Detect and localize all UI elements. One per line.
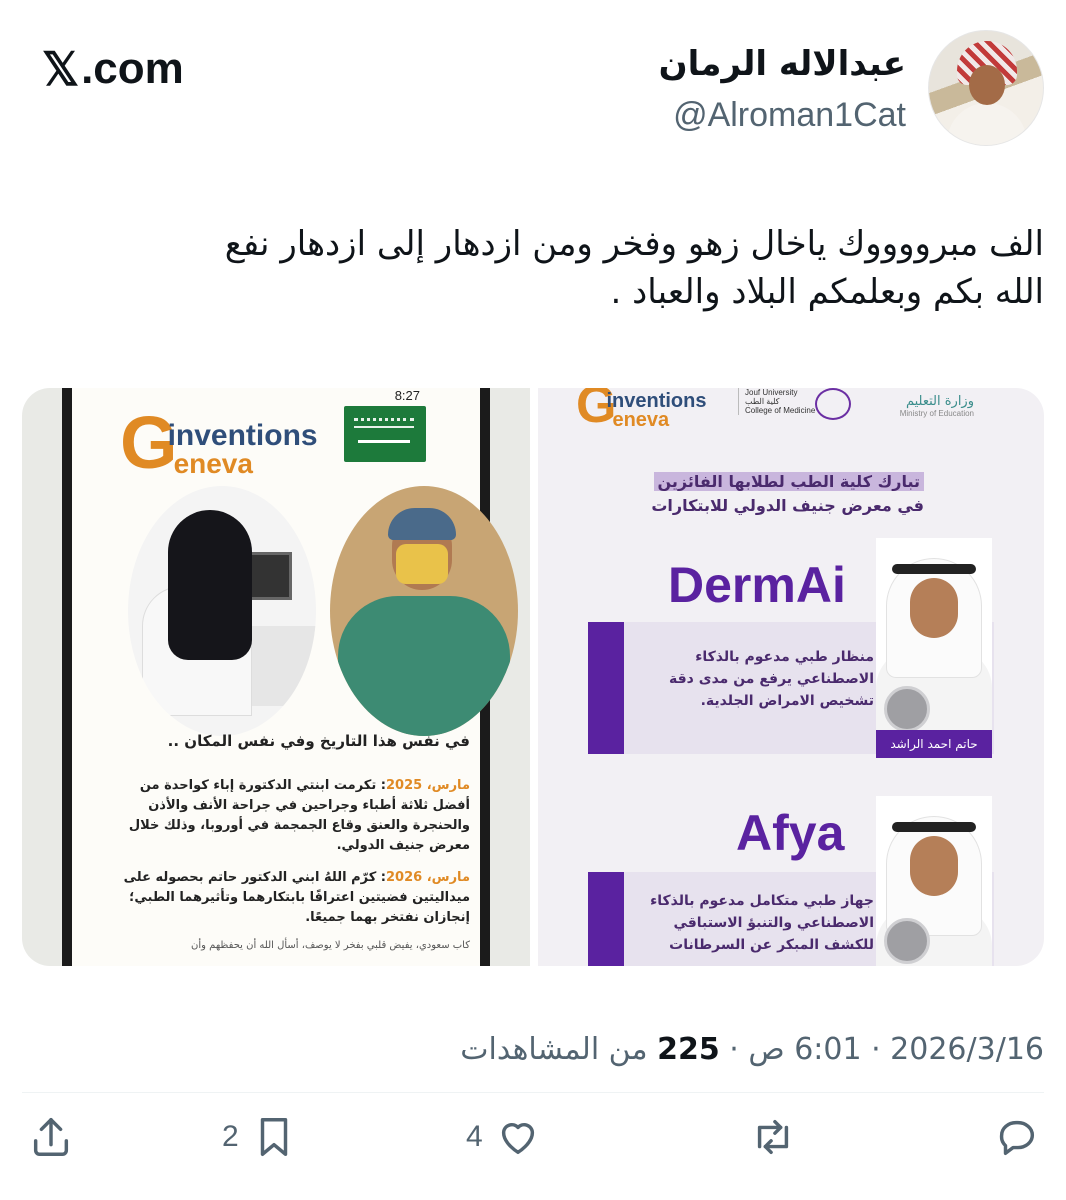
- media-image-left[interactable]: G inventions eneva 8:27 في نفس هذا التار…: [22, 388, 530, 966]
- reply-icon: [999, 1120, 1035, 1156]
- tweet-date[interactable]: 2026/3/16: [890, 1032, 1044, 1067]
- photo-son-surgeon: [330, 486, 518, 736]
- bookmark-icon: [260, 1118, 287, 1156]
- project-name-afya: Afya: [736, 805, 845, 861]
- project-description: منظار طبي مدعوم بالذكاء الاصطناعي يرفع م…: [669, 649, 874, 709]
- x-logo-icon: 𝕏: [42, 43, 80, 95]
- inventions-geneva-logo: G inventions eneva: [120, 401, 318, 484]
- person-name: حاتم احمد الراشد: [876, 730, 992, 758]
- bookmark-button[interactable]: 2: [222, 1114, 297, 1160]
- tweet-meta: 2026/3/16 · 6:01 ص · 225 من المشاهدات: [460, 1032, 1044, 1067]
- display-name[interactable]: عبدالاله الرمان: [659, 44, 906, 84]
- reply-button[interactable]: [994, 1114, 1040, 1160]
- medal-icon: [884, 918, 930, 964]
- brand-watermark: 𝕏 .com: [42, 46, 184, 92]
- views-label: من المشاهدات: [460, 1032, 658, 1067]
- share-icon: [33, 1118, 69, 1156]
- left-footer-text: كاب سعودي، يفيض قلبي بفخر لا يوصف، أسأل …: [191, 940, 470, 951]
- divider: [22, 1092, 1044, 1093]
- medal-icon: [884, 686, 930, 732]
- left-caption: في نفس هذا التاريخ وفي نفس المكان ..: [167, 732, 470, 750]
- ministry-of-education-logo: وزارة التعليم Ministry of Education: [899, 394, 974, 418]
- action-bar: 2 4: [0, 1110, 1066, 1170]
- heart-icon: [501, 1122, 534, 1155]
- brand-domain: .com: [81, 44, 184, 93]
- tweet-header: 𝕏 .com عبدالاله الرمان @Alroman1Cat: [0, 30, 1066, 150]
- tweet-text: الف مبرووووك ياخال زهو وفخر ومن ازدهار إ…: [24, 220, 1044, 316]
- tweet-text-line: الف مبرووووك ياخال زهو وفخر ومن ازدهار إ…: [224, 224, 1044, 264]
- saudi-flag-icon: [344, 406, 426, 462]
- poster-headline: تبارك كلية الطب لطلابها الفائزين: [653, 472, 924, 491]
- tweet-time[interactable]: 6:01 ص: [748, 1032, 861, 1067]
- retweet-button[interactable]: [750, 1114, 796, 1160]
- like-count: 4: [466, 1120, 483, 1153]
- college-of-medicine-logo: Jouf University كلية الطب College of Med…: [738, 388, 851, 420]
- left-paragraph-2025: مارس، 2025: تكرمت ابنتي الدكتورة إباء كو…: [128, 778, 470, 853]
- bookmark-count: 2: [222, 1120, 239, 1153]
- project-name-dermai: DermAi: [668, 557, 846, 613]
- user-handle[interactable]: @Alroman1Cat: [673, 96, 906, 135]
- tweet-media: G inventions eneva 8:27 في نفس هذا التار…: [22, 388, 1044, 966]
- views-count: 225: [657, 1032, 720, 1067]
- retweet-icon: [757, 1119, 789, 1155]
- portrait-afya-student: [876, 796, 992, 966]
- share-button[interactable]: [28, 1114, 74, 1160]
- inventions-geneva-logo: G inventions eneva: [576, 388, 707, 434]
- poster-subheadline: في معرض جنيف الدولي للابتكارات: [651, 496, 924, 515]
- portrait-hatem: حاتم احمد الراشد: [876, 538, 992, 758]
- project-description: جهاز طبي متكامل مدعوم بالذكاء الاصطناعي …: [650, 893, 874, 953]
- avatar[interactable]: [928, 30, 1044, 146]
- like-button[interactable]: 4: [466, 1114, 541, 1160]
- photo-daughter: [128, 486, 316, 736]
- media-image-right[interactable]: G inventions eneva Jouf University كلية …: [538, 388, 1044, 966]
- status-time: 8:27: [394, 388, 420, 403]
- left-paragraph-2026: مارس، 2026: كرّم اللهُ ابني الدكتور حاتم…: [123, 870, 470, 925]
- tweet-text-line: الله بكم وبعلمكم البلاد والعباد .: [610, 272, 1044, 312]
- atom-icon: [815, 388, 851, 420]
